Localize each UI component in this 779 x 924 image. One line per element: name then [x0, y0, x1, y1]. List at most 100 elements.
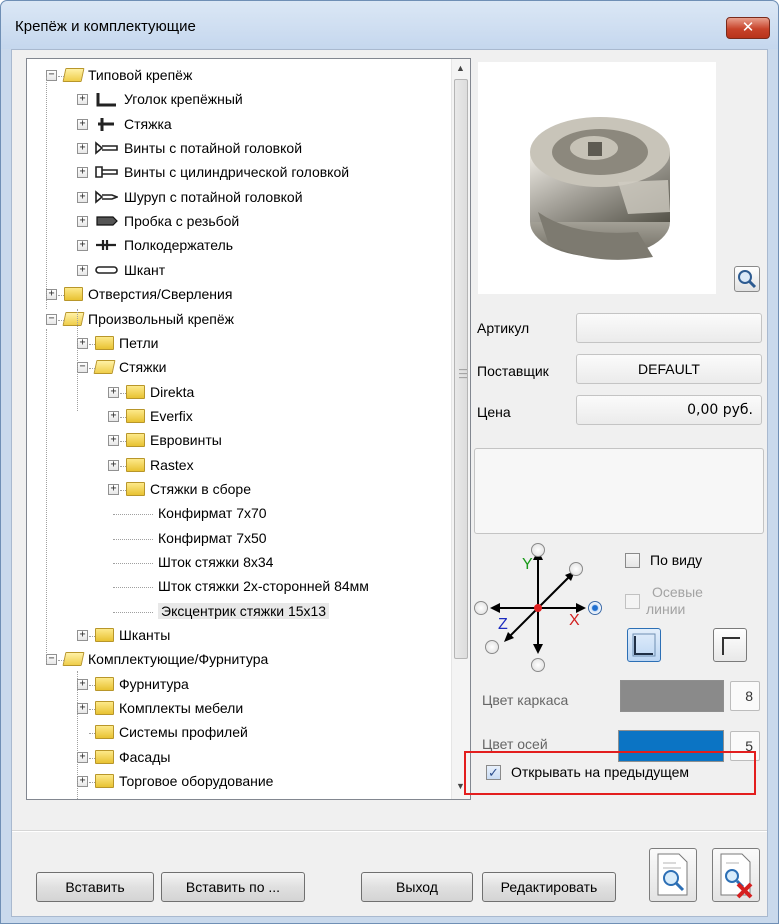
expand-icon[interactable]: +	[108, 435, 119, 447]
tree-node[interactable]: Конфирмат 7х70	[27, 502, 451, 526]
tree-node[interactable]: Шток стяжки 8х34	[27, 551, 451, 575]
tree-node[interactable]: + Rastex	[27, 454, 451, 478]
insert-button[interactable]: Вставить	[36, 872, 154, 902]
edit-button[interactable]: Редактировать	[482, 872, 616, 902]
tree-node[interactable]: + Винты с потайной головкой	[27, 137, 451, 161]
expand-icon[interactable]: +	[77, 167, 88, 179]
view-radio-top[interactable]	[531, 543, 545, 557]
tree-node[interactable]: + Шканты	[27, 624, 451, 648]
tree-node[interactable]: + Торговое оборудование	[27, 770, 451, 794]
tree-node[interactable]: Шток стяжки 2х-сторонней 84мм	[27, 575, 451, 599]
expand-icon[interactable]: +	[46, 289, 57, 301]
expand-icon[interactable]: +	[77, 118, 88, 130]
tree-node[interactable]: + Стяжки в сборе	[27, 478, 451, 502]
by-view-checkbox[interactable]	[625, 553, 640, 568]
collapse-icon[interactable]: −	[46, 654, 57, 666]
countersunk-screw-icon	[94, 140, 118, 157]
tree-node-label: Шуруп с потайной головкой	[124, 188, 303, 205]
expand-icon[interactable]: +	[77, 240, 88, 252]
article-field[interactable]	[576, 313, 762, 343]
view-radio-left[interactable]	[474, 601, 488, 615]
view-radio-bottom[interactable]	[531, 658, 545, 672]
tree-connector	[89, 343, 95, 345]
tree-node[interactable]: + Полкодержатель	[27, 234, 451, 258]
collapse-icon[interactable]: −	[77, 362, 88, 374]
tree-node[interactable]: Эксцентрик стяжки 15х13	[27, 600, 451, 624]
tree-scrollbar[interactable]: ▲ — — — ▼	[451, 59, 470, 799]
tree-node[interactable]: − Произвольный крепёж	[27, 308, 451, 332]
view-radio-top-right[interactable]	[569, 562, 583, 576]
tree-node-label: Конфирмат 7х70	[158, 505, 267, 522]
tree-node[interactable]: + Direkta	[27, 381, 451, 405]
tree-node[interactable]: + Комплекты мебели	[27, 697, 451, 721]
frame-color-swatch[interactable]	[620, 680, 724, 712]
expand-icon[interactable]: +	[77, 337, 88, 349]
tree-node[interactable]: + Everfix	[27, 405, 451, 429]
expand-icon[interactable]: +	[108, 483, 119, 495]
expand-icon[interactable]: +	[77, 703, 88, 715]
expand-icon[interactable]: +	[108, 410, 119, 422]
delete-document-button[interactable]	[712, 848, 760, 902]
corner-view-button[interactable]	[713, 628, 747, 662]
frame-color-value[interactable]: 8	[730, 681, 760, 711]
tree-node-label: Торговое оборудование	[119, 773, 274, 790]
close-button[interactable]: ✕	[726, 17, 770, 39]
tree-node[interactable]: Системы профилей	[27, 721, 451, 745]
tree-node[interactable]: − Типовой крепёж	[27, 64, 451, 88]
eccentric-image	[530, 117, 670, 260]
price-field[interactable]: 0,00 руб.	[576, 395, 762, 425]
expand-icon[interactable]: +	[108, 386, 119, 398]
expand-icon[interactable]: +	[108, 459, 119, 471]
scroll-up-icon[interactable]: ▲	[456, 63, 465, 73]
title-bar[interactable]: Крепёж и комплектующие ✕	[1, 1, 778, 49]
expand-icon[interactable]: +	[77, 143, 88, 155]
supplier-label: Поставщик	[477, 363, 549, 379]
document-search-icon	[657, 853, 688, 896]
folder-icon	[126, 457, 145, 472]
collapse-icon[interactable]: −	[46, 70, 57, 81]
find-document-button[interactable]	[649, 848, 697, 902]
tree-node[interactable]: − Комплектующие/Фурнитура	[27, 648, 451, 672]
tree-node[interactable]: + Шуруп с потайной головкой	[27, 186, 451, 210]
expand-icon[interactable]: +	[77, 94, 88, 106]
tree-node[interactable]: + Пробка с резьбой	[27, 210, 451, 234]
scroll-thumb[interactable]: — — —	[454, 79, 468, 659]
expand-icon[interactable]: +	[77, 678, 88, 690]
axis-lines-checkbox[interactable]	[625, 594, 640, 609]
folder-icon	[126, 408, 145, 423]
tree-guide-line	[46, 329, 47, 663]
axis-x-label: X	[569, 612, 580, 629]
expand-icon[interactable]: +	[77, 630, 88, 642]
tree-node[interactable]: + Отверстия/Сверления	[27, 283, 451, 307]
tree-node[interactable]: + Шкант	[27, 259, 451, 283]
expand-icon[interactable]: +	[77, 191, 88, 203]
exit-button[interactable]: Выход	[361, 872, 473, 902]
by-view-label: По виду	[650, 552, 703, 568]
tree-node[interactable]: + Евровинты	[27, 429, 451, 453]
cylinder-screw-icon	[94, 164, 118, 181]
fastener-tree[interactable]: − Типовой крепёж + Уголок крепёжный + Стяжка +…	[26, 58, 471, 800]
tree-node[interactable]: + Стяжка	[27, 113, 451, 137]
insert-by-button[interactable]: Вставить по ...	[161, 872, 305, 902]
expand-icon[interactable]: +	[77, 751, 88, 763]
tree-node[interactable]: − Стяжки	[27, 356, 451, 380]
tree-node-label: Произвольный крепёж	[88, 310, 235, 327]
collapse-icon[interactable]: −	[46, 313, 57, 325]
view-radio-bottom-left[interactable]	[485, 640, 499, 654]
view-radio-right[interactable]	[588, 601, 602, 615]
tree-node[interactable]: + Винты с цилиндрической головкой	[27, 161, 451, 185]
tree-node[interactable]: Конфирмат 7х50	[27, 527, 451, 551]
supplier-field[interactable]: DEFAULT	[576, 354, 762, 384]
tree-node[interactable]: + Уголок крепёжный	[27, 88, 451, 112]
remember-checkbox[interactable]: ✓	[486, 765, 501, 780]
expand-icon[interactable]: +	[77, 264, 88, 276]
expand-icon[interactable]: +	[77, 776, 88, 788]
tree-node[interactable]: + Фурнитура	[27, 673, 451, 697]
frame-view-button[interactable]	[627, 628, 661, 662]
tree-connector	[89, 636, 95, 638]
tree-node[interactable]: + Фасады	[27, 746, 451, 770]
expand-icon[interactable]: +	[77, 216, 88, 228]
tree-node-label: Стяжка	[124, 115, 172, 132]
tree-node[interactable]: + Петли	[27, 332, 451, 356]
zoom-button[interactable]	[734, 266, 760, 292]
